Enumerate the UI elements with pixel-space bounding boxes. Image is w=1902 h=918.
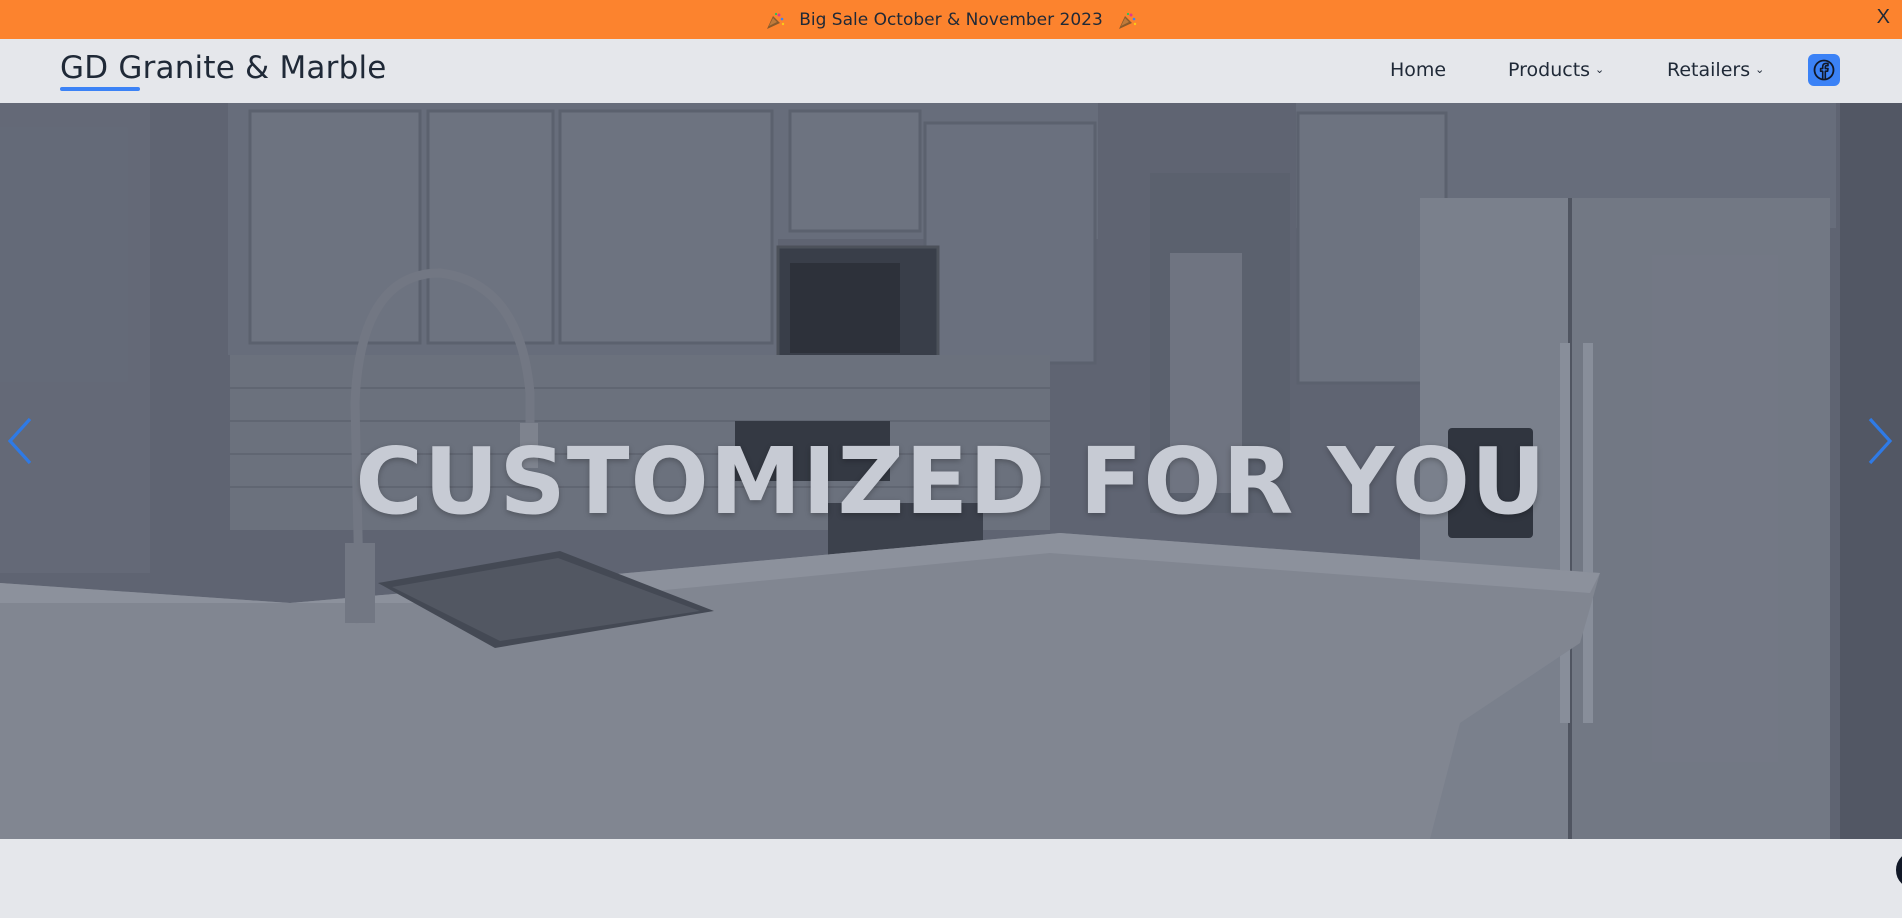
party-popper-icon (765, 12, 785, 30)
chevron-left-icon (7, 417, 32, 465)
nav-products-label: Products (1508, 59, 1591, 81)
logo-underline (60, 87, 140, 91)
chat-widget-button[interactable] (1893, 848, 1902, 892)
chevron-down-icon: ⌄ (1755, 63, 1765, 76)
chevron-down-icon: ⌄ (1595, 63, 1605, 76)
party-popper-icon (1117, 12, 1137, 30)
slider-next-button[interactable] (1862, 413, 1896, 469)
site-logo[interactable]: GD Granite & Marble (60, 50, 387, 86)
hero-title: CUSTOMIZED FOR YOU (355, 428, 1547, 535)
facebook-button[interactable] (1808, 54, 1840, 86)
facebook-icon (1813, 59, 1835, 81)
nav-home-label: Home (1390, 59, 1447, 81)
announcement-bar: Big Sale October & November 2023 X (0, 0, 1902, 39)
chevron-right-icon (1868, 417, 1893, 465)
nav-products[interactable]: Products ⌄ (1508, 59, 1604, 81)
site-header: GD Granite & Marble Home Products ⌄ Retai… (0, 39, 1902, 103)
announcement-text: Big Sale October & November 2023 (799, 9, 1103, 30)
announcement-close-button[interactable]: X (1877, 6, 1890, 29)
nav-retailers-label: Retailers (1667, 59, 1751, 81)
nav-home[interactable]: Home (1390, 59, 1446, 81)
hero-slider: CUSTOMIZED FOR YOU (0, 103, 1902, 839)
nav-retailers[interactable]: Retailers ⌄ (1667, 59, 1764, 81)
slider-prev-button[interactable] (4, 413, 38, 469)
